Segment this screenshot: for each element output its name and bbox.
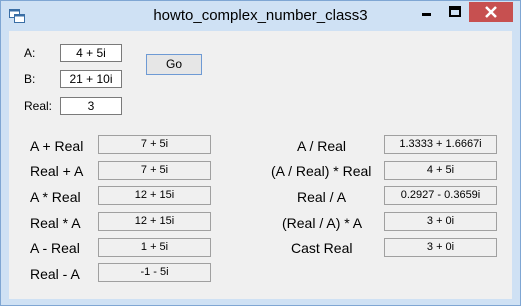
output-a-minus-real[interactable]: 1 + 5i xyxy=(98,238,211,257)
output-real-div-a-times-a[interactable]: 3 + 0i xyxy=(384,212,497,231)
maximize-icon xyxy=(449,6,461,17)
label-real-div-a: Real / A xyxy=(297,189,347,205)
label-b: B: xyxy=(24,72,36,86)
maximize-button[interactable] xyxy=(441,2,469,22)
output-real-div-a[interactable]: 0.2927 - 0.3659i xyxy=(384,186,497,205)
minimize-button[interactable] xyxy=(413,2,441,22)
output-real-times-a[interactable]: 12 + 15i xyxy=(98,212,211,231)
form-client-area: A: 4 + 5i B: 21 + 10i Real: 3 Go A + Rea… xyxy=(9,31,512,299)
close-icon xyxy=(485,6,497,18)
real-input[interactable]: 3 xyxy=(60,97,122,115)
label-a-div-real-times-real: (A / Real) * Real xyxy=(271,163,372,179)
label-a: A: xyxy=(24,46,36,60)
label-real-times-a: Real * A xyxy=(30,215,81,231)
label-a-times-real: A * Real xyxy=(30,189,81,205)
output-cast-real[interactable]: 3 + 0i xyxy=(384,238,497,257)
output-real-plus-a[interactable]: 7 + 5i xyxy=(98,161,211,180)
label-real: Real: xyxy=(24,99,53,113)
title-bar[interactable]: howto_complex_number_class3 xyxy=(1,1,520,31)
output-real-minus-a[interactable]: -1 - 5i xyxy=(98,263,211,282)
close-button[interactable] xyxy=(469,2,513,22)
output-a-plus-real[interactable]: 7 + 5i xyxy=(98,135,211,154)
label-cast-real: Cast Real xyxy=(291,240,353,256)
minimize-icon xyxy=(422,13,431,16)
label-a-plus-real: A + Real xyxy=(30,138,84,154)
label-real-plus-a: Real + A xyxy=(30,163,84,179)
output-a-div-real[interactable]: 1.3333 + 1.6667i xyxy=(384,135,497,154)
label-real-minus-a: Real - A xyxy=(30,266,80,282)
output-a-div-real-times-real[interactable]: 4 + 5i xyxy=(384,161,497,180)
label-a-minus-real: A - Real xyxy=(30,240,80,256)
app-window: howto_complex_number_class3 A: 4 + 5i B:… xyxy=(0,0,521,306)
label-a-div-real: A / Real xyxy=(297,138,347,154)
output-a-times-real[interactable]: 12 + 15i xyxy=(98,186,211,205)
go-button[interactable]: Go xyxy=(146,54,202,75)
b-input[interactable]: 21 + 10i xyxy=(60,70,122,88)
a-input[interactable]: 4 + 5i xyxy=(60,44,122,62)
label-real-div-a-times-a: (Real / A) * A xyxy=(282,215,363,231)
